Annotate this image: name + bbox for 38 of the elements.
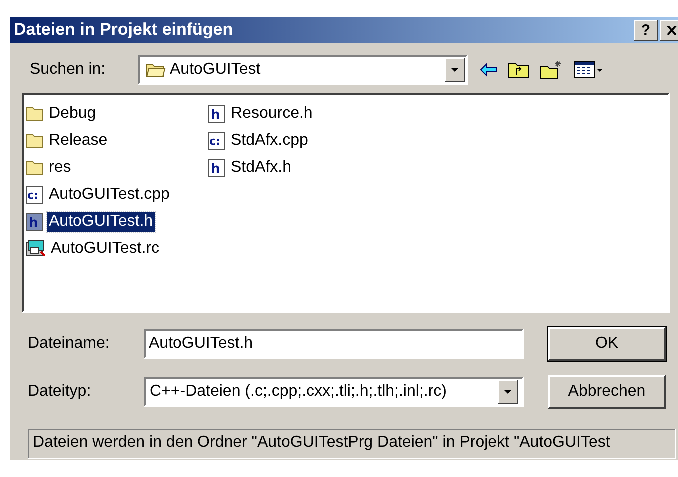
header-file-icon: h (208, 104, 226, 122)
folder-icon (146, 62, 166, 78)
caret-icon (504, 390, 512, 394)
back-arrow-icon[interactable] (480, 63, 498, 77)
folder-up-icon[interactable] (508, 61, 530, 79)
cancel-button[interactable]: Abbrechen (548, 375, 666, 409)
file-item[interactable]: Debug (26, 100, 208, 127)
view-menu-icon[interactable] (574, 61, 604, 79)
file-item[interactable]: h StdAfx.h (208, 154, 390, 181)
file-name-label: Dateiname: (28, 335, 111, 353)
file-item[interactable]: c: AutoGUITest.cpp (26, 181, 208, 208)
file-type-label: Dateityp: (28, 383, 92, 401)
file-item[interactable]: AutoGUITest.rc (26, 235, 208, 262)
help-button[interactable]: ? (634, 20, 658, 40)
header-file-icon: h (208, 158, 226, 176)
close-icon (667, 26, 677, 34)
folder-icon (26, 132, 44, 148)
file-item[interactable]: h Resource.h (208, 100, 390, 127)
ok-button[interactable]: OK (548, 327, 666, 361)
new-folder-icon[interactable] (540, 60, 564, 80)
file-name-field[interactable]: AutoGUITest.h (144, 329, 524, 359)
folder-icon (26, 160, 44, 176)
cpp-file-icon: c: (26, 186, 44, 204)
header-file-icon: h (26, 212, 44, 230)
file-item[interactable]: Release (26, 127, 208, 154)
close-button[interactable] (660, 20, 678, 40)
file-type-dropdown[interactable]: C++-Dateien (.c;.cpp;.cxx;.tli;.h;.tlh;.inl;.rc) (144, 377, 524, 407)
file-item[interactable]: h AutoGUITest.h (26, 208, 208, 235)
look-in-dropdown[interactable]: AutoGUITest (138, 55, 468, 85)
caret-icon (451, 68, 459, 72)
file-item[interactable]: c: StdAfx.cpp (208, 127, 390, 154)
folder-icon (26, 106, 44, 122)
cpp-file-icon: c: (208, 132, 226, 150)
window-title: Dateien in Projekt einfügen (14, 20, 234, 40)
resource-file-icon (26, 240, 46, 258)
file-item[interactable]: res (26, 154, 208, 181)
status-text: Dateien werden in den Ordner "AutoGUITestPrg Dateien" in Projekt "AutoGUITest (28, 429, 676, 459)
look-in-label: Suchen in: (30, 61, 107, 79)
